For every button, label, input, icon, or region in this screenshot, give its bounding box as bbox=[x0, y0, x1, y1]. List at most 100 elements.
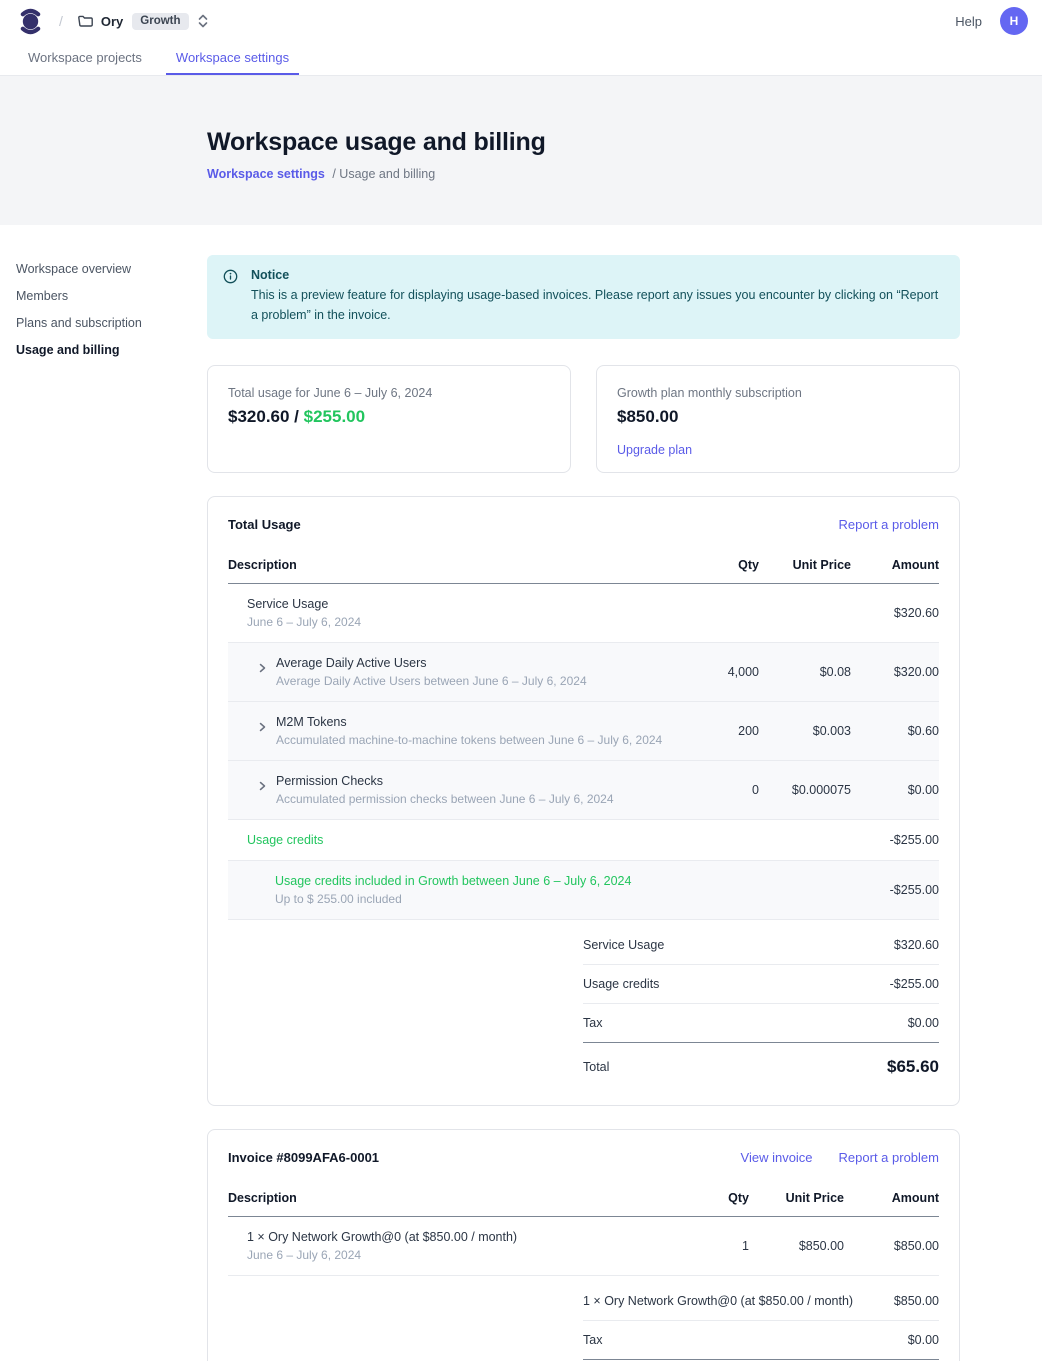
page-title: Workspace usage and billing bbox=[207, 128, 1042, 157]
breadcrumb-current: / Usage and billing bbox=[332, 167, 435, 181]
top-bar: / Ory Growth Help H bbox=[0, 0, 1042, 42]
row-unit-price: $0.08 bbox=[759, 665, 851, 679]
row-amount: -$255.00 bbox=[851, 883, 939, 897]
col-description: Description bbox=[228, 548, 671, 583]
expand-chevron-icon[interactable] bbox=[258, 722, 267, 732]
table-row-usage-credits-included: Usage credits included in Growth between… bbox=[228, 861, 939, 920]
usage-credit-amount: $255.00 bbox=[304, 407, 365, 426]
breadcrumb-workspace-settings-link[interactable]: Workspace settings bbox=[207, 167, 325, 181]
row-unit-price: $0.003 bbox=[759, 724, 851, 738]
summary-row-tax: Tax $0.00 bbox=[583, 1321, 939, 1360]
plan-badge: Growth bbox=[132, 13, 188, 30]
row-subtitle: Up to $ 255.00 included bbox=[275, 892, 671, 906]
page-header: Workspace usage and billing Workspace se… bbox=[0, 76, 1042, 225]
workspace-tabbar: Workspace projects Workspace settings bbox=[0, 42, 1042, 76]
col-amount: Amount bbox=[851, 548, 939, 583]
subscription-card: Growth plan monthly subscription $850.00… bbox=[596, 365, 960, 473]
row-amount: $0.00 bbox=[851, 783, 939, 797]
view-invoice-link[interactable]: View invoice bbox=[741, 1150, 813, 1165]
summary-row-line: 1 × Ory Network Growth@0 (at $850.00 / m… bbox=[583, 1282, 939, 1321]
notice-body: This is a preview feature for displaying… bbox=[251, 285, 944, 325]
row-qty: 1 bbox=[669, 1239, 749, 1253]
row-title: Average Daily Active Users bbox=[276, 656, 587, 670]
expand-chevron-icon[interactable] bbox=[258, 663, 267, 673]
row-title: M2M Tokens bbox=[276, 715, 662, 729]
breadcrumb: Workspace settings / Usage and billing bbox=[207, 167, 1042, 181]
upgrade-plan-link[interactable]: Upgrade plan bbox=[617, 443, 692, 457]
subscription-card-value: $850.00 bbox=[617, 407, 939, 427]
invoice-report-a-problem-link[interactable]: Report a problem bbox=[839, 1150, 939, 1165]
report-a-problem-link[interactable]: Report a problem bbox=[839, 517, 939, 532]
row-title: 1 × Ory Network Growth@0 (at $850.00 / m… bbox=[247, 1230, 669, 1244]
table-row-average-daily-active-users[interactable]: Average Daily Active Users Average Daily… bbox=[228, 643, 939, 702]
workspace-name[interactable]: Ory bbox=[101, 14, 123, 29]
tab-workspace-projects[interactable]: Workspace projects bbox=[18, 42, 152, 75]
invoice-table-header: Description Qty Unit Price Amount bbox=[228, 1181, 939, 1217]
table-row-permission-checks[interactable]: Permission Checks Accumulated permission… bbox=[228, 761, 939, 820]
usage-amount: $320.60 bbox=[228, 407, 289, 426]
row-qty: 4,000 bbox=[671, 665, 759, 679]
table-row-invoice-line: 1 × Ory Network Growth@0 (at $850.00 / m… bbox=[228, 1217, 939, 1276]
row-title: Usage credits bbox=[247, 833, 671, 847]
main-content: Notice This is a preview feature for dis… bbox=[207, 255, 960, 1361]
row-subtitle: Average Daily Active Users between June … bbox=[276, 674, 587, 688]
row-subtitle: June 6 – July 6, 2024 bbox=[247, 615, 671, 629]
col-unit-price: Unit Price bbox=[749, 1181, 844, 1216]
usage-summary: Service Usage $320.60 Usage credits -$25… bbox=[583, 926, 939, 1081]
summary-row-usage-credits: Usage credits -$255.00 bbox=[583, 965, 939, 1004]
invoice-panel-title: Invoice #8099AFA6-0001 bbox=[228, 1150, 379, 1165]
row-title: Permission Checks bbox=[276, 774, 614, 788]
row-amount: $320.60 bbox=[851, 606, 939, 620]
help-button[interactable]: Help bbox=[955, 14, 982, 29]
row-title: Usage credits included in Growth between… bbox=[275, 874, 671, 888]
row-amount: $320.00 bbox=[851, 665, 939, 679]
row-amount: $0.60 bbox=[851, 724, 939, 738]
avatar[interactable]: H bbox=[1000, 7, 1028, 35]
total-usage-card: Total usage for June 6 – July 6, 2024 $3… bbox=[207, 365, 571, 473]
sidebar-item-usage-and-billing[interactable]: Usage and billing bbox=[16, 336, 207, 363]
settings-sidenav: Workspace overview Members Plans and sub… bbox=[0, 255, 207, 1361]
row-title: Service Usage bbox=[247, 597, 671, 611]
usage-table-header: Description Qty Unit Price Amount bbox=[228, 548, 939, 584]
total-usage-panel-title: Total Usage bbox=[228, 517, 301, 532]
table-row-m2m-tokens[interactable]: M2M Tokens Accumulated machine-to-machin… bbox=[228, 702, 939, 761]
invoice-table: Description Qty Unit Price Amount 1 × Or… bbox=[228, 1181, 939, 1276]
sidebar-item-members[interactable]: Members bbox=[16, 282, 207, 309]
sidebar-item-workspace-overview[interactable]: Workspace overview bbox=[16, 255, 207, 282]
subscription-card-label: Growth plan monthly subscription bbox=[617, 386, 939, 400]
col-unit-price: Unit Price bbox=[759, 548, 851, 583]
table-row-service-usage: Service Usage June 6 – July 6, 2024 $320… bbox=[228, 584, 939, 643]
summary-row-total: Total $65.60 bbox=[583, 1043, 939, 1081]
tab-workspace-settings[interactable]: Workspace settings bbox=[166, 42, 299, 75]
row-subtitle: Accumulated machine-to-machine tokens be… bbox=[276, 733, 662, 747]
row-qty: 200 bbox=[671, 724, 759, 738]
row-amount: $850.00 bbox=[844, 1239, 939, 1253]
sidebar-item-plans-and-subscription[interactable]: Plans and subscription bbox=[16, 309, 207, 336]
row-subtitle: June 6 – July 6, 2024 bbox=[247, 1248, 669, 1262]
invoice-panel: Invoice #8099AFA6-0001 View invoice Repo… bbox=[207, 1129, 960, 1361]
summary-row-tax: Tax $0.00 bbox=[583, 1004, 939, 1043]
notice-banner: Notice This is a preview feature for dis… bbox=[207, 255, 960, 339]
usage-table: Description Qty Unit Price Amount Servic… bbox=[228, 548, 939, 920]
workspace-switcher-chevrons-icon[interactable] bbox=[197, 13, 209, 29]
summary-row-service-usage: Service Usage $320.60 bbox=[583, 926, 939, 965]
row-amount: -$255.00 bbox=[851, 833, 939, 847]
col-description: Description bbox=[228, 1181, 669, 1216]
row-subtitle: Accumulated permission checks between Ju… bbox=[276, 792, 614, 806]
ory-logo-icon[interactable] bbox=[18, 7, 43, 36]
total-usage-card-value: $320.60 / $255.00 bbox=[228, 407, 550, 427]
col-qty: Qty bbox=[669, 1181, 749, 1216]
expand-chevron-icon[interactable] bbox=[258, 781, 267, 791]
invoice-summary: 1 × Ory Network Growth@0 (at $850.00 / m… bbox=[583, 1282, 939, 1361]
folder-icon bbox=[77, 13, 93, 29]
total-usage-card-label: Total usage for June 6 – July 6, 2024 bbox=[228, 386, 550, 400]
row-unit-price: $0.000075 bbox=[759, 783, 851, 797]
info-icon bbox=[223, 269, 238, 325]
breadcrumb-separator: / bbox=[59, 13, 63, 29]
col-amount: Amount bbox=[844, 1181, 939, 1216]
table-row-usage-credits: Usage credits -$255.00 bbox=[228, 820, 939, 861]
row-qty: 0 bbox=[671, 783, 759, 797]
total-usage-panel: Total Usage Report a problem Description… bbox=[207, 496, 960, 1106]
col-qty: Qty bbox=[671, 548, 759, 583]
notice-title: Notice bbox=[251, 268, 944, 282]
